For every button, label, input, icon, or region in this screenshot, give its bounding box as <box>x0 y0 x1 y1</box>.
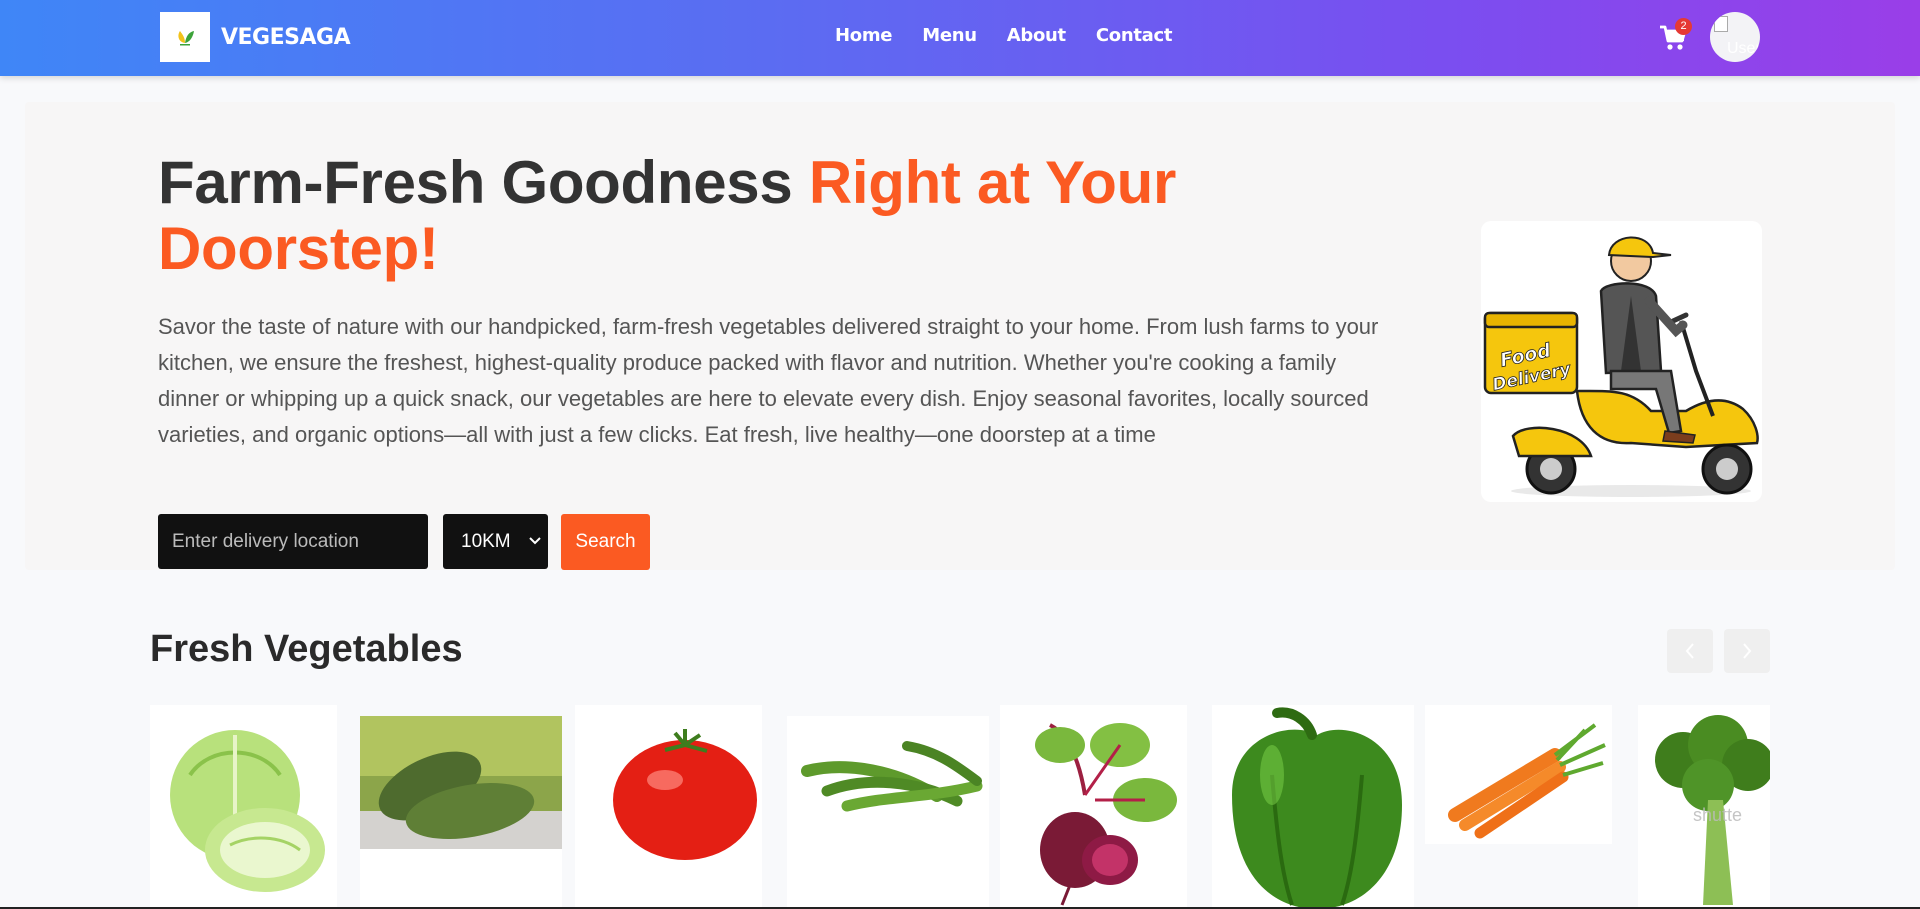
search-button[interactable]: Search <box>561 514 650 570</box>
broccoli-watermark-text: shutte <box>1693 805 1742 825</box>
brand[interactable]: VEGESAGA <box>160 12 351 62</box>
top-navbar: VEGESAGA Home Menu About Contact 2 User <box>0 0 1920 76</box>
product-card-tomato[interactable] <box>575 705 762 909</box>
okra-image <box>801 741 983 812</box>
product-card-okra[interactable] <box>787 716 989 909</box>
hero-title-main: Farm-Fresh Goodness <box>158 149 809 216</box>
nav-home-link[interactable]: Home <box>835 25 893 46</box>
carousel-next-button[interactable] <box>1724 629 1770 673</box>
broccoli-image: shutte <box>1655 715 1770 905</box>
distance-select[interactable]: 10KM <box>443 514 548 569</box>
bitter-gourd-image <box>360 716 562 849</box>
location-search-bar: 10KM Search <box>158 514 650 570</box>
brand-logo <box>160 12 210 62</box>
distance-select-value: 10KM <box>461 530 511 552</box>
vegetable-carousel: shutte <box>150 705 1770 909</box>
delivery-location-input[interactable] <box>158 514 428 569</box>
cart-button[interactable]: 2 <box>1658 18 1692 52</box>
hero-title: Farm-Fresh Goodness Right at Your Doorst… <box>158 150 1258 282</box>
main-nav: Home Menu About Contact <box>835 25 1173 46</box>
brand-name: VEGESAGA <box>221 24 351 50</box>
chevron-down-icon <box>529 537 541 545</box>
bell-pepper-image <box>1232 707 1402 909</box>
chevron-left-icon <box>1685 643 1694 659</box>
section-title: Fresh Vegetables <box>150 628 463 670</box>
cabbage-image <box>170 730 325 892</box>
product-card-green-bell-pepper[interactable] <box>1212 705 1414 909</box>
product-card-broccoli[interactable]: shutte <box>1638 705 1770 909</box>
carousel-prev-button[interactable] <box>1667 629 1713 673</box>
nav-menu-link[interactable]: Menu <box>922 25 977 46</box>
delivery-illustration: Food Delivery <box>1481 221 1762 502</box>
product-card-cabbage[interactable] <box>150 705 337 909</box>
product-card-beetroot[interactable] <box>1000 705 1187 909</box>
carrot-image <box>1448 723 1606 839</box>
avatar-alt-text: User <box>1727 40 1760 57</box>
product-card-carrot[interactable] <box>1425 705 1612 844</box>
user-avatar[interactable]: User <box>1710 12 1760 62</box>
nav-contact-link[interactable]: Contact <box>1096 25 1173 46</box>
tomato-image <box>613 729 757 860</box>
beetroot-image <box>1035 723 1177 906</box>
chevron-right-icon <box>1743 643 1752 659</box>
cart-count-badge: 2 <box>1675 18 1692 35</box>
hero-description: Savor the taste of nature with our handp… <box>158 314 1379 447</box>
nav-about-link[interactable]: About <box>1007 25 1066 46</box>
broken-image-icon <box>1714 16 1728 32</box>
product-card-bitter-gourd[interactable] <box>360 716 562 909</box>
